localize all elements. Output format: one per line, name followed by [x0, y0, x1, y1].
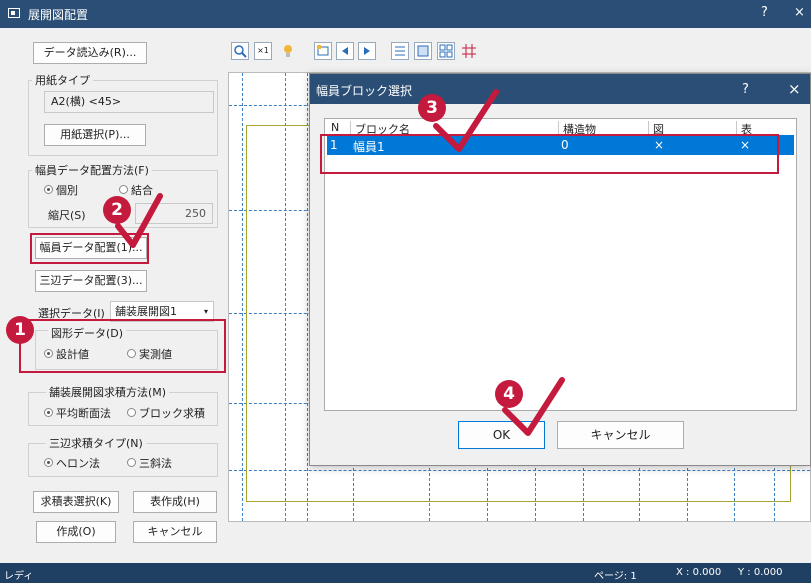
- check-mark-icon: [115, 193, 163, 248]
- check-marks: [115, 89, 565, 436]
- check-mark-icon: [502, 377, 565, 436]
- check-mark-icon: [433, 89, 499, 152]
